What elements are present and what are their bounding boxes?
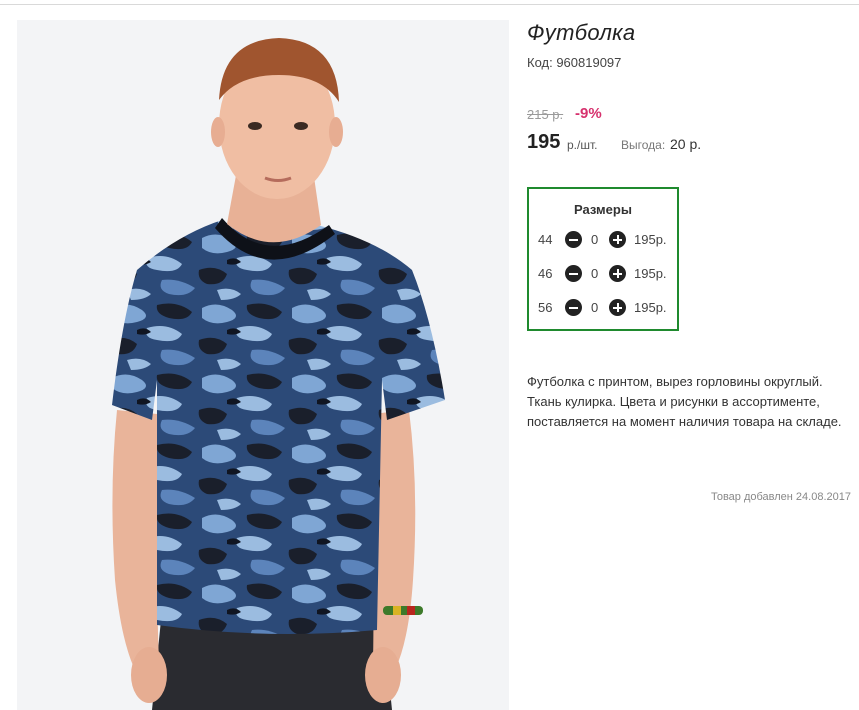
size-price: 195р. <box>634 266 667 281</box>
minus-circle-icon[interactable] <box>565 265 582 282</box>
quantity-value: 0 <box>591 300 599 315</box>
product-image[interactable] <box>17 20 509 710</box>
plus-circle-icon[interactable] <box>609 265 626 282</box>
product-description: Футболка с принтом, вырез горловины окру… <box>527 374 842 429</box>
sizes-box: Размеры 44 0 195р. 46 0 195р. 56 0 195р. <box>527 187 679 331</box>
saving-value: 20 р. <box>670 136 702 152</box>
size-label: 44 <box>538 232 553 247</box>
discount-badge: -9% <box>575 105 602 122</box>
product-photo-illustration <box>17 20 509 710</box>
plus-circle-icon[interactable] <box>609 231 626 248</box>
top-divider <box>0 4 859 5</box>
product-title: Футболка <box>527 20 636 45</box>
minus-circle-icon[interactable] <box>565 299 582 316</box>
plus-circle-icon[interactable] <box>609 299 626 316</box>
size-price: 195р. <box>634 300 667 315</box>
size-row-46: 46 0 195р. <box>529 263 677 285</box>
size-price: 195р. <box>634 232 667 247</box>
size-label: 56 <box>538 300 553 315</box>
price-unit: р./шт. <box>567 138 598 152</box>
size-label: 46 <box>538 266 553 281</box>
size-row-44: 44 0 195р. <box>529 229 677 251</box>
sizes-title: Размеры <box>574 202 632 217</box>
added-date: Товар добавлен 24.08.2017 <box>710 491 851 503</box>
product-code: Код: 960819097 <box>527 55 622 70</box>
saving-label: Выгода: <box>621 138 666 152</box>
quantity-value: 0 <box>591 266 599 281</box>
size-row-56: 56 0 195р. <box>529 297 677 319</box>
current-price: 195 <box>527 131 561 153</box>
old-price: 215 р. <box>527 107 564 122</box>
minus-circle-icon[interactable] <box>565 231 582 248</box>
quantity-value: 0 <box>591 232 599 247</box>
